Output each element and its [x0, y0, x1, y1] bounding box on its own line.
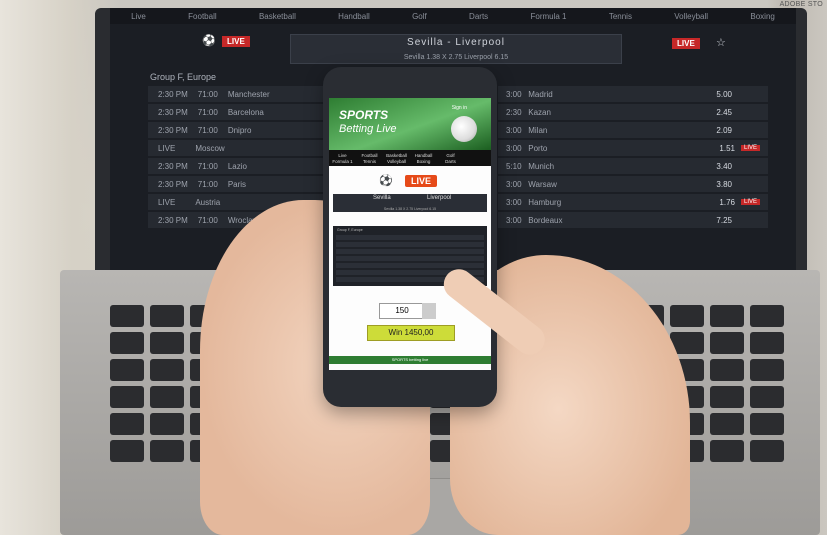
- match-odds: Sevilla 1.38 X 2.75 Liverpool 6.15: [403, 54, 509, 61]
- keyboard-key: [110, 386, 144, 408]
- keyboard-key: [150, 440, 184, 462]
- live-badge-right: LIVE: [672, 38, 700, 49]
- home-team: Sevilla: [373, 195, 391, 201]
- banner-subtitle: Betting Live: [339, 123, 397, 135]
- keyboard-key: [150, 332, 184, 354]
- match-row[interactable]: 3:00 Warsaw 3.80: [498, 176, 768, 192]
- stake-input[interactable]: 150: [379, 303, 425, 319]
- star-icon[interactable]: ☆: [716, 36, 726, 49]
- nav-item[interactable]: Darts: [469, 12, 488, 21]
- keyboard-key: [750, 386, 784, 408]
- nav-item[interactable]: Boxing: [750, 12, 774, 21]
- keyboard-key: [750, 305, 784, 327]
- live-button[interactable]: LIVE: [405, 175, 438, 187]
- keyboard-key: [750, 359, 784, 381]
- nav-item[interactable]: Volleyball: [383, 159, 410, 164]
- nav-item[interactable]: Handball: [338, 12, 370, 21]
- win-amount-button[interactable]: Win 1450,00: [367, 325, 455, 341]
- ball-icon: ⚽: [202, 35, 216, 47]
- nav-item[interactable]: Formula 1: [530, 12, 566, 21]
- nav-item[interactable]: Live: [131, 12, 146, 21]
- nav-item[interactable]: [464, 153, 491, 158]
- match-row[interactable]: 3:00 Bordeaux 7.25: [498, 212, 768, 228]
- keyboard-key: [750, 332, 784, 354]
- stake-clear-button[interactable]: [422, 303, 436, 319]
- keyboard-key: [150, 413, 184, 435]
- match-row[interactable]: 3:00 Hamburg 1.76 LIVE: [498, 194, 768, 210]
- live-badge: LIVE: [222, 36, 250, 47]
- soccer-ball-icon: [451, 116, 477, 142]
- keyboard-key: [150, 305, 184, 327]
- nav-item[interactable]: Golf: [412, 12, 427, 21]
- phone-screen: SPORTS Betting Live Sign in Live Footbal…: [329, 98, 491, 370]
- away-team: Liverpool: [427, 195, 452, 201]
- keyboard-key: [150, 359, 184, 381]
- match-row[interactable]: 2:30 PM 71:00 Manchester: [148, 86, 338, 102]
- match-row[interactable]: 2:30 Kazan 2.45: [498, 104, 768, 120]
- match-odds: Sevilla 1.38 X 2.75 Liverpool 6.15: [383, 207, 437, 211]
- watermark: ADOBE STO: [779, 1, 823, 8]
- keyboard-key: [150, 386, 184, 408]
- ball-icon: ⚽: [379, 175, 393, 187]
- nav-item[interactable]: Formula 1: [329, 159, 356, 164]
- match-row[interactable]: 5:10 Munich 3.40: [498, 158, 768, 174]
- nav-item[interactable]: Basketball: [383, 153, 410, 158]
- table-row[interactable]: [336, 263, 484, 268]
- group-title: Group F, Europe: [150, 72, 217, 82]
- keyboard-key: [750, 413, 784, 435]
- keyboard-key: [710, 359, 744, 381]
- nav-item[interactable]: Football: [356, 153, 383, 158]
- group-title: Group F, Europe: [337, 228, 363, 232]
- nav-item[interactable]: Handball: [410, 153, 437, 158]
- nav-item[interactable]: Golf: [437, 153, 464, 158]
- keyboard-key: [110, 440, 144, 462]
- nav-item[interactable]: Volleyball: [674, 12, 708, 21]
- match-row[interactable]: 2:30 PM 71:00 Barcelona: [148, 104, 338, 120]
- app-banner: SPORTS Betting Live Sign in: [329, 98, 491, 150]
- table-row[interactable]: [336, 256, 484, 261]
- keyboard-key: [710, 305, 744, 327]
- keyboard-key: [750, 440, 784, 462]
- signin-link[interactable]: Sign in: [452, 105, 467, 111]
- photo-scene: ADOBE STO Live Football Basketball Handb…: [0, 0, 827, 535]
- match-row[interactable]: 3:00 Porto 1.51 LIVE: [498, 140, 768, 156]
- nav-item[interactable]: Darts: [437, 159, 464, 164]
- nav-item[interactable]: Live: [329, 153, 356, 158]
- nav-item[interactable]: Basketball: [259, 12, 296, 21]
- keyboard-key: [110, 305, 144, 327]
- match-row[interactable]: LIVE Moscow: [148, 140, 338, 156]
- match-row[interactable]: 2:30 PM 71:00 Dnipro: [148, 122, 338, 138]
- keyboard-key: [110, 332, 144, 354]
- match-row[interactable]: 2:30 PM 71:00 Lazio: [148, 158, 338, 174]
- table-row[interactable]: [336, 249, 484, 254]
- nav-item[interactable]: Tennis: [356, 159, 383, 164]
- match-row[interactable]: 3:00 Milan 2.09: [498, 122, 768, 138]
- featured-match[interactable]: Sevilla - Liverpool Sevilla 1.38 X 2.75 …: [290, 34, 622, 64]
- keyboard-key: [710, 386, 744, 408]
- banner-title: SPORTS: [339, 108, 389, 122]
- laptop-sport-nav: Live Football Basketball Handball Golf D…: [110, 8, 796, 24]
- keyboard-key: [110, 413, 144, 435]
- table-row[interactable]: [336, 242, 484, 247]
- phone-sport-nav: Live Football Basketball Handball Golf F…: [329, 150, 491, 166]
- match-row[interactable]: 2:30 PM 71:00 Paris: [148, 176, 338, 192]
- nav-item[interactable]: Boxing: [410, 159, 437, 164]
- nav-item[interactable]: Tennis: [609, 12, 632, 21]
- phone-featured-match[interactable]: Sevilla Liverpool Sevilla 1.38 X 2.75 Li…: [333, 194, 487, 212]
- keyboard-key: [710, 332, 744, 354]
- table-row[interactable]: [336, 235, 484, 240]
- keyboard-key: [110, 359, 144, 381]
- match-teams: Sevilla - Liverpool: [407, 37, 505, 48]
- match-row[interactable]: 3:00 Madrid 5.00: [498, 86, 768, 102]
- keyboard-key: [670, 305, 704, 327]
- keyboard-key: [710, 413, 744, 435]
- app-footer: SPORTS betting live: [329, 356, 491, 364]
- nav-item[interactable]: [464, 159, 491, 164]
- keyboard-key: [710, 440, 744, 462]
- nav-item[interactable]: Football: [188, 12, 216, 21]
